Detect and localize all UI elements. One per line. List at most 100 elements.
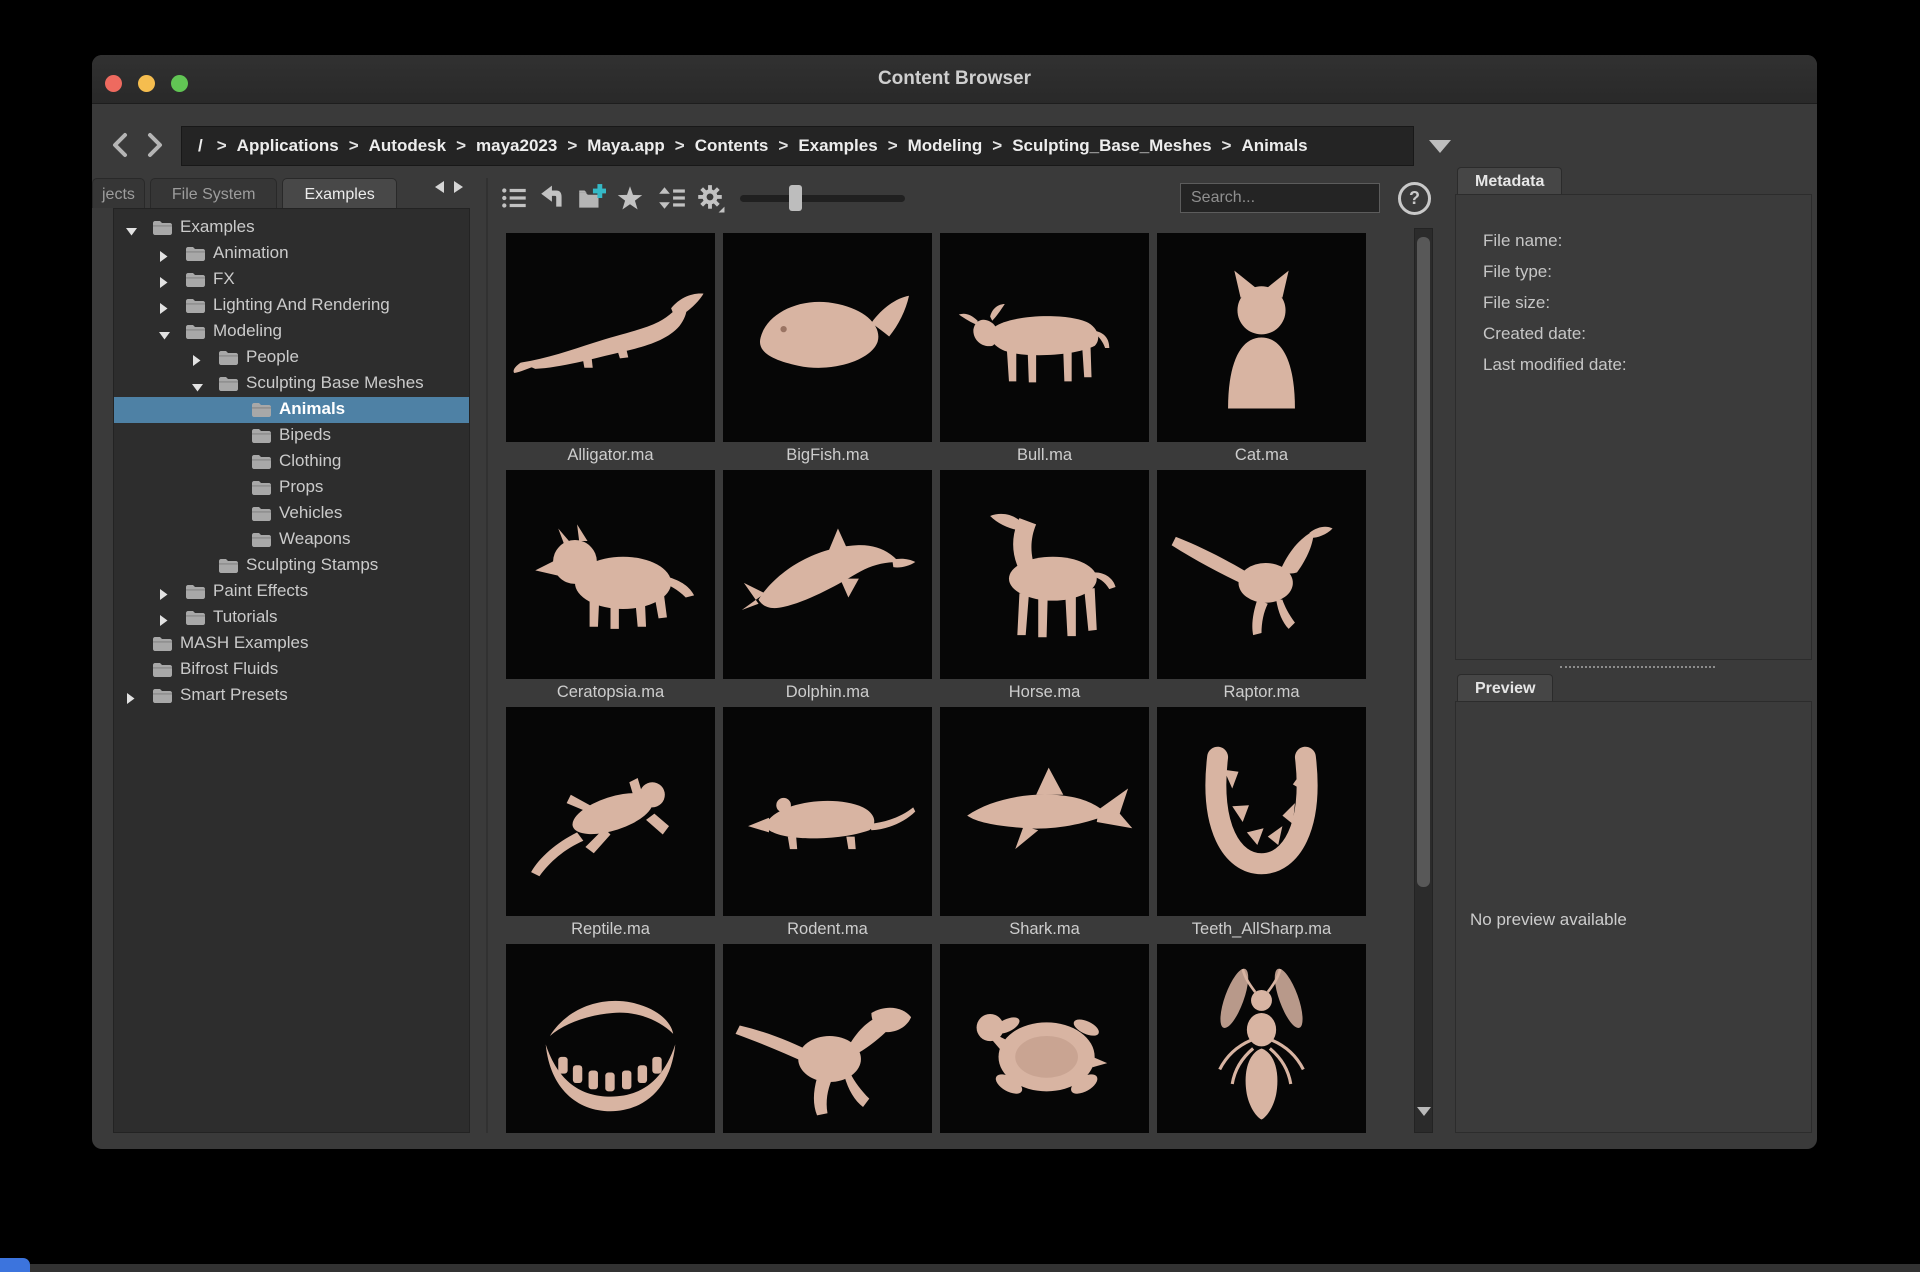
settings-button[interactable] (695, 183, 725, 213)
grid-item-dolphin-ma[interactable]: Dolphin.ma (723, 470, 932, 707)
tree-expand-arrow[interactable] (126, 223, 137, 241)
tree-expand-arrow[interactable] (159, 301, 168, 319)
metadata-field-file-name: File name: (1483, 225, 1811, 256)
folder-icon (153, 688, 172, 703)
forward-button[interactable] (141, 129, 167, 161)
teeth-lower-thumbnail (506, 944, 715, 1133)
grid-item-horse-ma[interactable]: Horse.ma (940, 470, 1149, 707)
breadcrumb-segment-autodesk[interactable]: Autodesk (369, 136, 446, 156)
breadcrumb-segment-item[interactable]: / (198, 136, 203, 156)
tree-item-weapons[interactable]: Weapons (114, 527, 469, 553)
tree-item-tutorials[interactable]: Tutorials (114, 605, 469, 631)
path-dropdown-icon[interactable] (1429, 140, 1451, 153)
tree-item-mash-examples[interactable]: MASH Examples (114, 631, 469, 657)
breadcrumb[interactable]: />Applications>Autodesk>maya2023>Maya.ap… (181, 126, 1414, 166)
grid-scrollbar[interactable] (1414, 228, 1433, 1133)
tree-item-paint-effects[interactable]: Paint Effects (114, 579, 469, 605)
titlebar: Content Browser (92, 55, 1817, 104)
grid-item-label: Bull.ma (940, 442, 1149, 470)
grid-item-teeth-lower[interactable] (506, 944, 715, 1133)
new-folder-button[interactable] (576, 183, 606, 213)
tree-item-bipeds[interactable]: Bipeds (114, 423, 469, 449)
tree-expand-arrow[interactable] (159, 249, 168, 267)
tree-item-vehicles[interactable]: Vehicles (114, 501, 469, 527)
tree-item-label: MASH Examples (180, 633, 308, 653)
rodent-thumbnail (723, 707, 932, 916)
grid-item-bigfish-ma[interactable]: BigFish.ma (723, 233, 932, 470)
tree-item-lighting-and-rendering[interactable]: Lighting And Rendering (114, 293, 469, 319)
tree-item-bifrost-fluids[interactable]: Bifrost Fluids (114, 657, 469, 683)
tree-item-label: Sculpting Base Meshes (246, 373, 424, 393)
tree-item-sculpting-stamps[interactable]: Sculpting Stamps (114, 553, 469, 579)
grid-item-reptile-ma[interactable]: Reptile.ma (506, 707, 715, 944)
grid-item-label: Reptile.ma (506, 916, 715, 944)
tree-expand-arrow[interactable] (159, 275, 168, 293)
rodent-model-icon (723, 707, 932, 916)
folder-icon (219, 558, 238, 573)
grid-item-wasp[interactable] (1157, 944, 1366, 1133)
breadcrumb-segment-applications[interactable]: Applications (237, 136, 339, 156)
tree-expand-arrow[interactable] (126, 691, 135, 709)
scroll-down-arrow-icon[interactable] (1417, 1107, 1431, 1116)
grid-item-shark-ma[interactable]: Shark.ma (940, 707, 1149, 944)
breadcrumb-segment-sculpting-base-meshes[interactable]: Sculpting_Base_Meshes (1012, 136, 1211, 156)
help-icon[interactable]: ? (1398, 182, 1431, 215)
metadata-field-file-size: File size: (1483, 287, 1811, 318)
grid-item-alligator-ma[interactable]: Alligator.ma (506, 233, 715, 470)
tree-item-props[interactable]: Props (114, 475, 469, 501)
tab-scroll-left-icon[interactable] (433, 180, 445, 199)
tab-jects[interactable]: jects (92, 178, 145, 208)
breadcrumb-segment-contents[interactable]: Contents (695, 136, 769, 156)
tree-item-animation[interactable]: Animation (114, 241, 469, 267)
grid-item-raptor-ma[interactable]: Raptor.ma (1157, 470, 1366, 707)
thumbnail-size-slider[interactable] (740, 195, 905, 202)
grid-item-bull-ma[interactable]: Bull.ma (940, 233, 1149, 470)
tab-examples[interactable]: Examples (282, 178, 396, 208)
breadcrumb-separator: > (567, 136, 577, 156)
preview-section-header: Preview (1457, 674, 1553, 701)
grid-item-rodent-ma[interactable]: Rodent.ma (723, 707, 932, 944)
tree-expand-arrow[interactable] (159, 587, 168, 605)
folder-icon (186, 298, 205, 313)
tree-item-clothing[interactable]: Clothing (114, 449, 469, 475)
tree-item-fx[interactable]: FX (114, 267, 469, 293)
breadcrumb-segment-modeling[interactable]: Modeling (908, 136, 983, 156)
grid-item-ceratopsia-ma[interactable]: Ceratopsia.ma (506, 470, 715, 707)
grid-item-label: Teeth_AllSharp.ma (1157, 916, 1366, 944)
tree-expand-arrow[interactable] (192, 353, 201, 371)
back-button[interactable] (108, 129, 134, 161)
tree-expand-arrow[interactable] (192, 379, 203, 397)
tree-item-examples[interactable]: Examples (114, 215, 469, 241)
tree-expand-arrow[interactable] (159, 327, 170, 345)
breadcrumb-segment-maya-app[interactable]: Maya.app (587, 136, 664, 156)
tree-item-label: Examples (180, 217, 255, 237)
grid-item-label: Rodent.ma (723, 916, 932, 944)
breadcrumb-separator: > (675, 136, 685, 156)
grid-item-turtle[interactable] (940, 944, 1149, 1133)
favorites-button[interactable] (615, 183, 645, 213)
tree-item-sculpting-base-meshes[interactable]: Sculpting Base Meshes (114, 371, 469, 397)
undo-button[interactable] (538, 183, 568, 213)
grid-item-cat-ma[interactable]: Cat.ma (1157, 233, 1366, 470)
bigfish-model-icon (723, 233, 932, 442)
search-input[interactable] (1180, 183, 1380, 213)
breadcrumb-segment-maya2023[interactable]: maya2023 (476, 136, 557, 156)
tree-item-animals[interactable]: Animals (114, 397, 469, 423)
grid-item-teeth-allsharp-ma[interactable]: Teeth_AllSharp.ma (1157, 707, 1366, 944)
tree-item-people[interactable]: People (114, 345, 469, 371)
breadcrumb-segment-animals[interactable]: Animals (1241, 136, 1307, 156)
list-view-button[interactable] (500, 183, 530, 213)
breadcrumb-segment-examples[interactable]: Examples (798, 136, 877, 156)
tree-item-label: Weapons (279, 529, 351, 549)
tree-item-smart-presets[interactable]: Smart Presets (114, 683, 469, 709)
grid-item-label: Raptor.ma (1157, 679, 1366, 707)
tab-scroll-right-icon[interactable] (453, 180, 465, 199)
sort-button[interactable] (657, 183, 687, 213)
tree-expand-arrow[interactable] (159, 613, 168, 631)
scrollbar-thumb[interactable] (1417, 237, 1430, 887)
tab-file-system[interactable]: File System (150, 178, 278, 208)
tree-item-modeling[interactable]: Modeling (114, 319, 469, 345)
grid-item-trex[interactable] (723, 944, 932, 1133)
slider-handle[interactable] (789, 185, 802, 211)
panel-splitter-handle[interactable] (1560, 666, 1715, 668)
